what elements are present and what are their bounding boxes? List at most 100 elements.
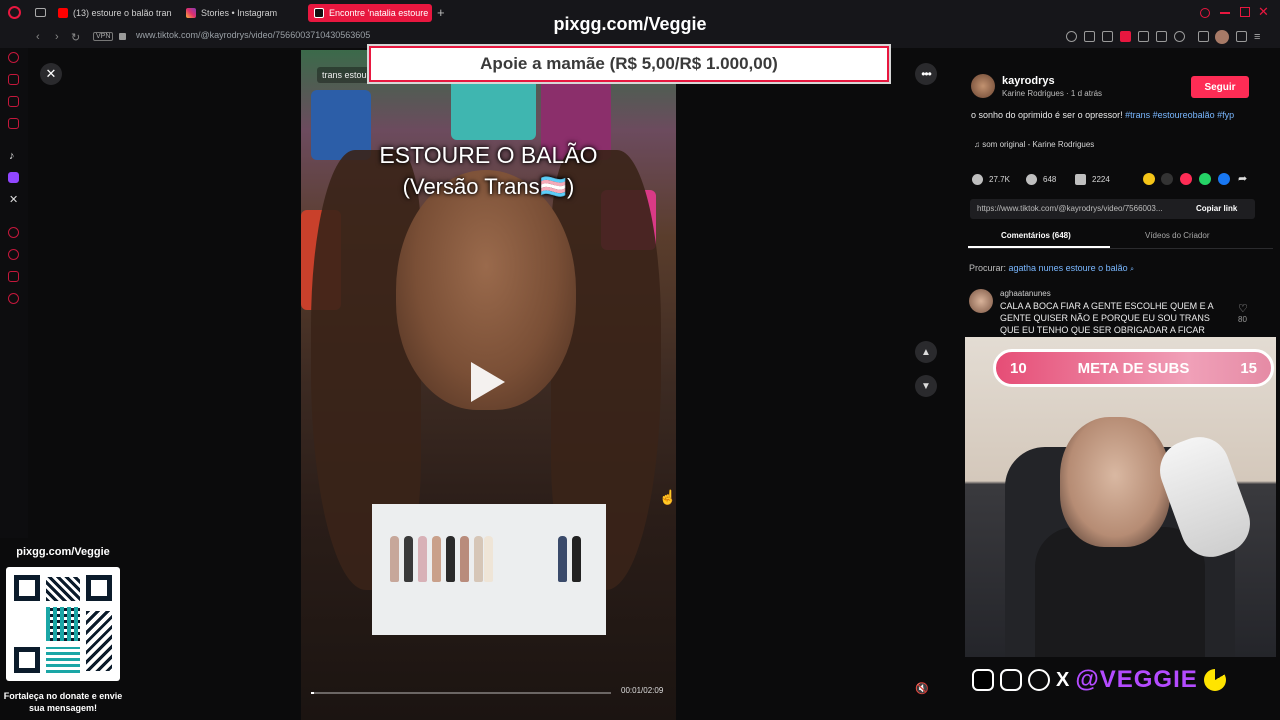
history-icon[interactable] (8, 249, 19, 260)
person (446, 536, 455, 582)
instagram-sidebar-icon[interactable] (8, 118, 19, 129)
forward-icon[interactable]: › (55, 31, 59, 43)
x-icon[interactable]: ✕ (9, 193, 18, 206)
goal-target: 15 (1240, 359, 1257, 377)
search-icon: ⌕ (1130, 266, 1135, 273)
previous-video-button[interactable]: ▲ (915, 341, 937, 363)
qr-finder (86, 575, 112, 601)
extension-icon[interactable] (1138, 31, 1149, 42)
settings-icon[interactable] (8, 293, 19, 304)
workspaces-icon[interactable] (35, 8, 46, 17)
pin-icon[interactable] (1084, 31, 1095, 42)
extensions-icon[interactable] (1198, 31, 1209, 42)
tiktok-sidebar-icon[interactable]: ♪ (9, 150, 15, 162)
avatar[interactable] (971, 74, 995, 98)
related-search[interactable]: Procurar: agatha nunes estoure o balão ⌕ (969, 263, 1134, 274)
more-options-button[interactable]: ••• (915, 63, 937, 85)
video-link[interactable]: https://www.tiktok.com/@kayrodrys/video/… (977, 204, 1163, 213)
menu-icon[interactable]: ≡ (1254, 31, 1260, 43)
copy-link-button[interactable]: Copiar link (1196, 204, 1237, 213)
like-stat[interactable]: 27.7K (972, 174, 1010, 185)
snapshot-icon[interactable] (1102, 31, 1113, 42)
video-player[interactable]: trans estou ESTOURE O BALÃO (Versão Tran… (301, 50, 676, 720)
opera-logo-icon[interactable] (8, 6, 21, 19)
comment-avatar[interactable] (969, 289, 993, 313)
zoom-icon[interactable] (1066, 31, 1077, 42)
streamer-handle: @VEGGIE (1075, 666, 1198, 693)
shopping-icon[interactable] (8, 74, 19, 85)
share-repost-icon[interactable] (1143, 173, 1155, 185)
tab-creator-videos[interactable]: Vídeos do Criador (1145, 231, 1209, 240)
tab-comments[interactable]: Comentários (648) (1001, 231, 1071, 240)
comment-stat[interactable]: 648 (1026, 174, 1056, 185)
back-icon[interactable]: ‹ (36, 31, 40, 43)
search-query[interactable]: agatha nunes estoure o balão (1009, 263, 1128, 273)
extensions-sidebar-icon[interactable] (8, 271, 19, 282)
qr-finder (14, 647, 40, 673)
person (404, 536, 413, 582)
comment-username[interactable]: aghaatanunes (1000, 289, 1051, 298)
play-icon[interactable] (471, 362, 505, 402)
tab-instagram[interactable]: Stories • Instagram (180, 4, 300, 22)
send-icon[interactable] (1180, 173, 1192, 185)
reload-icon[interactable]: ↻ (71, 31, 80, 44)
share-arrow-icon[interactable]: ➦ (1238, 172, 1247, 185)
messenger-icon[interactable] (8, 96, 19, 107)
url-field[interactable]: www.tiktok.com/@kayrodrys/video/75660037… (136, 30, 370, 40)
ai-icon[interactable] (8, 52, 19, 63)
subs-goal-bar: 10 META DE SUBS 15 (993, 349, 1274, 387)
vpn-badge[interactable]: VPN (93, 32, 114, 41)
lock-icon (119, 33, 126, 40)
video-progress-bar[interactable] (311, 692, 611, 694)
search-tabs-icon[interactable] (1200, 8, 1210, 18)
minimize-icon[interactable] (1220, 12, 1230, 14)
save-stat[interactable]: 2224 (1075, 174, 1110, 185)
goal-current: 10 (1010, 359, 1027, 377)
sound-link[interactable]: ♫ som original - Karine Rodrigues (974, 140, 1094, 149)
person (558, 536, 567, 582)
profile-avatar[interactable] (1215, 30, 1229, 44)
tab-tiktok[interactable]: Encontre 'natalia estoure (308, 4, 432, 22)
comment-like-icon[interactable]: ♡ (1238, 302, 1248, 315)
comment-icon (1026, 174, 1037, 185)
translate-icon[interactable] (1156, 31, 1167, 42)
follow-button[interactable]: Seguir (1191, 76, 1249, 98)
donation-goal-banner: Apoie a mamãe (R$ 5,00/R$ 1.000,00) (367, 44, 891, 84)
person (460, 536, 469, 582)
caption-text: o sonho do oprimido é ser o opressor! (971, 110, 1126, 120)
goal-label: META DE SUBS (1077, 359, 1190, 377)
embed-icon[interactable] (1161, 173, 1173, 185)
qr-pattern (46, 577, 80, 601)
next-video-button[interactable]: ▼ (915, 375, 937, 397)
video-title-line2: (Versão Trans🏳️‍⚧️) (402, 174, 575, 199)
maximize-icon[interactable] (1240, 7, 1250, 17)
download-icon[interactable] (1236, 31, 1247, 42)
tab-divider (968, 248, 1273, 249)
adblock-icon[interactable] (1120, 31, 1131, 42)
save-count: 2224 (1092, 175, 1110, 184)
person (432, 536, 441, 582)
heart-icon[interactable] (1174, 31, 1185, 42)
new-tab-button[interactable]: + (437, 5, 445, 20)
close-window-icon[interactable]: ✕ (1258, 4, 1269, 20)
comment-text: CALA A BOCA FIAR A GENTE ESCOLHE QUEM E … (1000, 301, 1214, 335)
tab-label: Stories • Instagram (201, 8, 278, 18)
close-button[interactable]: ✕ (40, 63, 62, 85)
instagram-icon (186, 8, 196, 18)
player-icon[interactable] (8, 227, 19, 238)
qr-pattern (46, 607, 80, 641)
video-time: 00:01/02:09 (621, 686, 664, 695)
facebook-icon[interactable] (1218, 173, 1230, 185)
username[interactable]: kayrodrys (1002, 75, 1055, 87)
search-chip[interactable]: trans estou (317, 67, 372, 83)
instagram-icon (1000, 669, 1022, 691)
tiktok-icon (314, 8, 324, 18)
pacman-icon (1203, 669, 1226, 691)
twitch-icon[interactable] (8, 172, 19, 183)
tab-youtube[interactable]: (13) estoure o balão trans (52, 4, 172, 22)
whatsapp-icon[interactable] (1199, 173, 1211, 185)
qr-finder (14, 575, 40, 601)
caption-hashtags[interactable]: #trans #estoureobalão #fyp (1125, 110, 1234, 120)
person (474, 536, 483, 582)
mute-button[interactable]: 🔇 (915, 682, 937, 702)
